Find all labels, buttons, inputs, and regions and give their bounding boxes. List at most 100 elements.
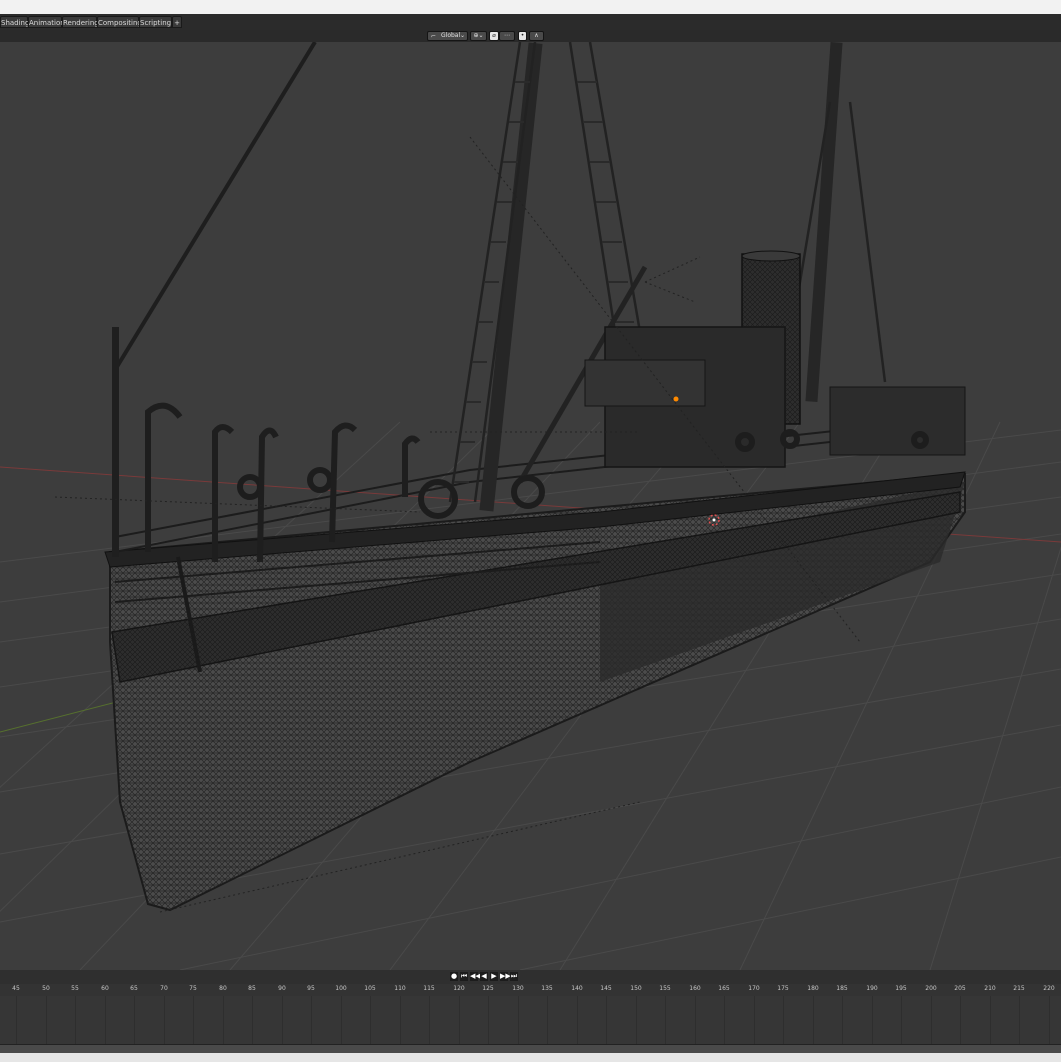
frame-gridline xyxy=(1019,996,1020,1044)
3d-viewport[interactable] xyxy=(0,42,1061,970)
frame-gridline xyxy=(931,996,932,1044)
frame-tick-label: 90 xyxy=(278,985,286,992)
tab-compositing[interactable]: Compositing xyxy=(97,16,142,28)
frame-tick-label: 140 xyxy=(571,985,583,992)
overlay-dropdown[interactable]: ∧ xyxy=(529,31,544,41)
viewport-header: ⌐ Global ⌄ ⊕⌄ ⌀ ⋯ • ∧ xyxy=(0,30,1061,42)
fore-shroud-ladder xyxy=(568,42,642,333)
frame-gridline xyxy=(341,996,342,1044)
frame-gridline xyxy=(75,996,76,1044)
frame-ruler[interactable]: 45 50 55 60 65 70 75 80 85 90 95 100 105 110 115 120 125… xyxy=(0,984,1061,996)
frame-tick-label: 220 xyxy=(1043,985,1055,992)
jump-start-button[interactable]: ⏮ xyxy=(460,972,468,981)
frame-gridline xyxy=(813,996,814,1044)
frame-tick-label: 70 xyxy=(160,985,168,992)
frame-gridline xyxy=(488,996,489,1044)
workspace-tab-bar: Shading Animation Rendering Compositing … xyxy=(0,14,1061,31)
frame-gridline xyxy=(400,996,401,1044)
frame-tick-label: 200 xyxy=(925,985,937,992)
snap-icon: ⌀ xyxy=(492,32,496,39)
tab-rendering[interactable]: Rendering xyxy=(62,16,99,28)
jump-prev-keyframe-button[interactable]: ◀◀ xyxy=(470,972,481,981)
chevron-down-icon: ⌄ xyxy=(459,32,465,39)
frame-tick-label: 175 xyxy=(777,985,789,992)
frame-tick-label: 130 xyxy=(512,985,524,992)
frame-tick-label: 150 xyxy=(630,985,642,992)
window-top-strip xyxy=(0,0,1061,14)
pivot-point-dropdown[interactable]: ⊕⌄ xyxy=(470,31,487,41)
frame-gridline xyxy=(16,996,17,1044)
frame-gridline xyxy=(282,996,283,1044)
play-reverse-button[interactable]: ◀ xyxy=(480,972,488,981)
playback-controls: ● ⏮ ◀◀ ◀ ▶ ▶▶ ⏭ xyxy=(0,970,1061,985)
snap-toggle[interactable]: ⌀ xyxy=(489,31,499,41)
aft-deckhouse xyxy=(829,386,966,456)
frame-gridline xyxy=(665,996,666,1044)
frame-tick-label: 115 xyxy=(423,985,435,992)
frame-tick-label: 50 xyxy=(42,985,50,992)
frame-tick-label: 75 xyxy=(189,985,197,992)
frame-gridline xyxy=(901,996,902,1044)
record-button[interactable]: ● xyxy=(450,972,458,981)
frame-gridline xyxy=(134,996,135,1044)
tab-scripting[interactable]: Scripting xyxy=(139,16,172,28)
frame-gridline xyxy=(46,996,47,1044)
frame-gridline xyxy=(459,996,460,1044)
frame-tick-label: 100 xyxy=(335,985,347,992)
frame-tick-label: 155 xyxy=(659,985,671,992)
frame-tick-label: 105 xyxy=(364,985,376,992)
frame-gridline xyxy=(193,996,194,1044)
jump-next-keyframe-button[interactable]: ▶▶ xyxy=(500,972,511,981)
tab-shading[interactable]: Shading xyxy=(0,16,29,28)
tab-animation[interactable]: Animation xyxy=(28,16,65,28)
bowsprit-stay xyxy=(113,42,317,372)
timeline-editor: ● ⏮ ◀◀ ◀ ▶ ▶▶ ⏭ 45 50 55 60 65 70 75 80 85 90 95 10… xyxy=(0,970,1061,1062)
frame-gridline xyxy=(547,996,548,1044)
frame-tick-label: 60 xyxy=(101,985,109,992)
bridge-cabin xyxy=(584,359,706,407)
frame-tick-label: 205 xyxy=(954,985,966,992)
add-workspace-button[interactable]: + xyxy=(172,16,182,28)
frame-tick-label: 195 xyxy=(895,985,907,992)
frame-tick-label: 160 xyxy=(689,985,701,992)
bow-post xyxy=(112,327,119,557)
funnel-top xyxy=(741,250,801,262)
frame-tick-label: 215 xyxy=(1013,985,1025,992)
timeline-footer xyxy=(0,1044,1061,1062)
transform-orientation-icon: ⌐ xyxy=(431,33,437,40)
frame-tick-label: 180 xyxy=(807,985,819,992)
viewport-canvas xyxy=(0,42,1061,970)
snap-settings-dropdown[interactable]: ⋯ xyxy=(499,31,515,41)
jump-end-button[interactable]: ⏭ xyxy=(510,972,518,981)
frame-tick-label: 55 xyxy=(71,985,79,992)
frame-tick-label: 210 xyxy=(984,985,996,992)
transform-orientation-dropdown[interactable]: ⌐ Global ⌄ xyxy=(427,31,468,41)
frame-gridline xyxy=(606,996,607,1044)
pivot-point-icon: ⊕⌄ xyxy=(473,32,484,39)
proportional-editing-toggle[interactable]: • xyxy=(518,31,527,41)
timeline-track-area[interactable] xyxy=(0,996,1061,1044)
frame-tick-label: 190 xyxy=(866,985,878,992)
frame-gridline xyxy=(518,996,519,1044)
frame-tick-label: 135 xyxy=(541,985,553,992)
frame-gridline xyxy=(872,996,873,1044)
frame-tick-label: 125 xyxy=(482,985,494,992)
frame-gridline xyxy=(577,996,578,1044)
main-shroud-ladder xyxy=(793,101,887,383)
frame-gridline xyxy=(429,996,430,1044)
play-button[interactable]: ▶ xyxy=(490,972,498,981)
frame-gridline xyxy=(754,996,755,1044)
frame-gridline xyxy=(311,996,312,1044)
fore-mast xyxy=(479,42,543,512)
frame-gridline xyxy=(783,996,784,1044)
frame-tick-label: 45 xyxy=(12,985,20,992)
frame-gridline xyxy=(164,996,165,1044)
frame-gridline xyxy=(105,996,106,1044)
frame-tick-label: 85 xyxy=(248,985,256,992)
overlay-icon: ∧ xyxy=(534,32,539,39)
frame-gridline xyxy=(842,996,843,1044)
frame-gridline xyxy=(252,996,253,1044)
frame-tick-label: 145 xyxy=(600,985,612,992)
frame-tick-label: 185 xyxy=(836,985,848,992)
object-origin xyxy=(673,396,679,402)
